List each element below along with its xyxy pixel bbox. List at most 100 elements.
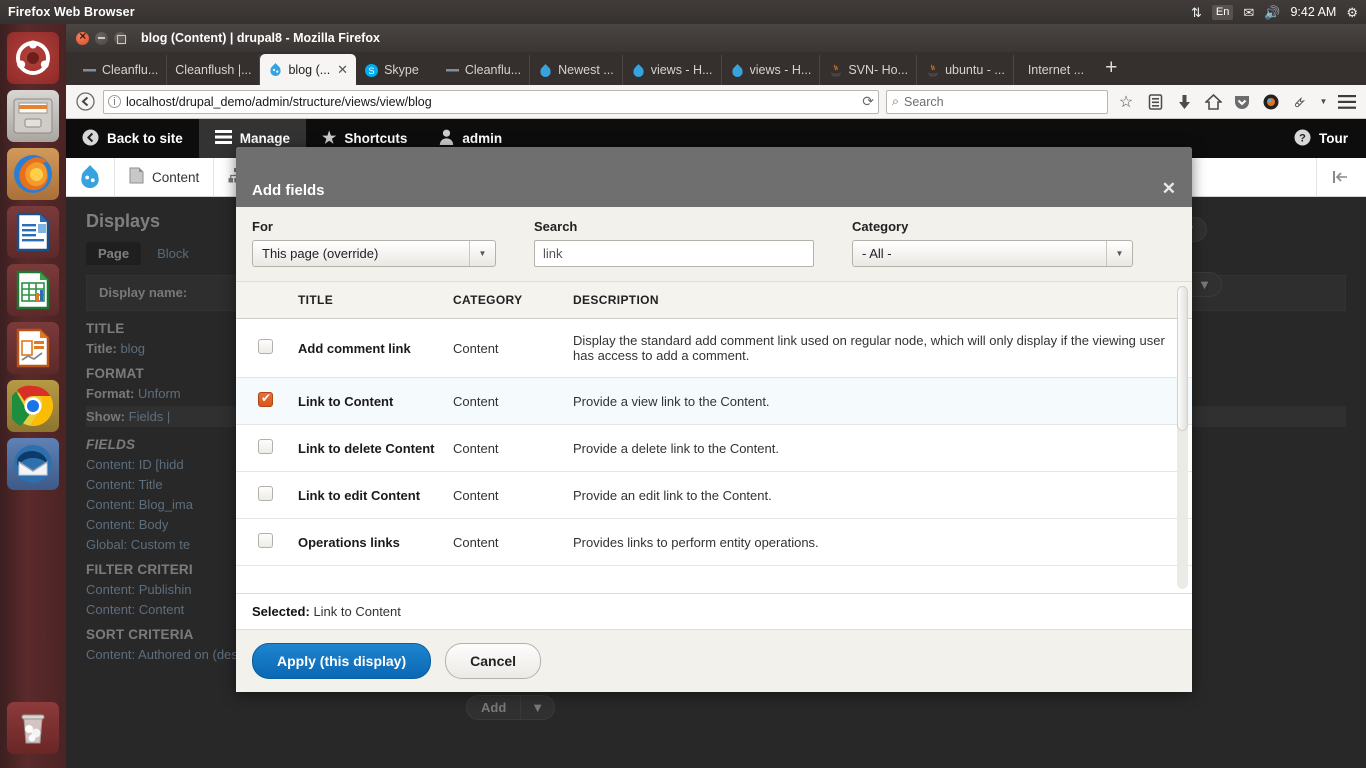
row-checkbox-cell[interactable]: [236, 424, 290, 472]
trash-icon[interactable]: [7, 702, 59, 754]
drupal-page: Back to site Manage ★ Shortcuts admin ? …: [66, 119, 1366, 768]
tab-close-icon[interactable]: ✕: [337, 62, 348, 78]
chevron-down-icon[interactable]: ▼: [469, 241, 495, 266]
table-scrollbar[interactable]: [1177, 286, 1188, 589]
firefox-account-icon[interactable]: [1260, 91, 1282, 113]
table-row[interactable]: Link to Content Content Provide a view l…: [236, 377, 1192, 425]
browser-tab-active[interactable]: blog (... ✕: [260, 54, 357, 85]
row-description: Provide a delete link to the Content.: [565, 424, 1192, 472]
browser-tab[interactable]: S Skype: [356, 55, 427, 85]
svg-text:S: S: [369, 66, 375, 76]
toolbar-back-label: Back to site: [107, 131, 183, 146]
row-category: Content: [445, 424, 565, 472]
network-updown-icon[interactable]: ⇅: [1191, 6, 1202, 19]
window-minimize-button[interactable]: [95, 31, 108, 45]
close-icon[interactable]: ✕: [1162, 179, 1176, 199]
browser-tab[interactable]: Internet ...: [1014, 55, 1092, 85]
row-checkbox[interactable]: [258, 391, 273, 407]
reload-icon[interactable]: ⟳: [862, 93, 874, 110]
category-field-group: Category - All - ▼: [852, 219, 1133, 267]
row-checkbox-cell[interactable]: [236, 518, 290, 566]
question-icon: ?: [1294, 129, 1311, 149]
mail-icon[interactable]: ✉: [1243, 6, 1254, 19]
libreoffice-impress-icon[interactable]: [7, 322, 59, 374]
site-info-icon[interactable]: i: [108, 95, 121, 108]
category-label: Category: [852, 219, 909, 234]
table-row[interactable]: Add comment link Content Display the sta…: [236, 318, 1192, 378]
browser-tab[interactable]: Cleanflu...: [437, 55, 531, 85]
window-title: blog (Content) | drupal8 - Mozilla Firef…: [141, 31, 380, 45]
browser-tab[interactable]: Newest ...: [530, 55, 623, 85]
downloads-icon[interactable]: [1173, 91, 1195, 113]
search-bar[interactable]: ⌕ Search: [886, 89, 1108, 114]
home-icon[interactable]: [1202, 91, 1224, 113]
toolbar-tour-label: Tour: [1319, 131, 1348, 146]
browser-tab[interactable]: ubuntu - ...: [917, 55, 1014, 85]
browser-tab[interactable]: Cleanflu...: [74, 55, 168, 85]
chevron-down-icon[interactable]: ▼: [1106, 241, 1132, 266]
menu-hamburger-icon[interactable]: [1336, 91, 1358, 113]
search-input[interactable]: link: [534, 240, 814, 267]
toolbar-tour[interactable]: ? Tour: [1278, 119, 1366, 158]
unity-launcher: [0, 24, 66, 768]
for-select[interactable]: This page (override) ▼: [252, 240, 496, 267]
toolbar-back-to-site[interactable]: Back to site: [66, 119, 199, 158]
row-checkbox-cell[interactable]: [236, 318, 290, 378]
person-icon: [439, 129, 454, 148]
tab-label: views - H...: [650, 63, 713, 77]
ubuntu-dash-icon[interactable]: [7, 32, 59, 84]
thunderbird-icon[interactable]: [7, 438, 59, 490]
tray-collapse-button[interactable]: [1316, 157, 1366, 197]
fields-table: TITLE CATEGORY DESCRIPTION Add comment l…: [236, 282, 1192, 566]
selected-summary: Selected: Link to Content: [236, 593, 1192, 629]
google-chrome-icon[interactable]: [7, 380, 59, 432]
libreoffice-calc-icon[interactable]: [7, 264, 59, 316]
back-icon[interactable]: [74, 91, 96, 113]
table-scrollbar-thumb[interactable]: [1177, 286, 1188, 431]
browser-tab[interactable]: SVN- Ho...: [820, 55, 918, 85]
row-checkbox-cell[interactable]: [236, 377, 290, 425]
firefox-navbar: i localhost/drupal_demo/admin/structure/…: [66, 85, 1366, 119]
row-checkbox[interactable]: [258, 339, 273, 354]
tray-item-content[interactable]: Content: [115, 157, 215, 197]
table-row[interactable]: Link to edit Content Content Provide an …: [236, 471, 1192, 519]
browser-tab[interactable]: views - H...: [623, 55, 722, 85]
browser-tab[interactable]: Cleanflush |...: [167, 55, 261, 85]
clock[interactable]: 9:42 AM: [1290, 5, 1336, 19]
browser-tab[interactable]: views - H...: [722, 55, 821, 85]
row-checkbox[interactable]: [258, 439, 273, 454]
tab-label: Internet ...: [1027, 63, 1085, 77]
files-icon[interactable]: [7, 90, 59, 142]
category-select[interactable]: - All - ▼: [852, 240, 1133, 267]
url-bar[interactable]: i localhost/drupal_demo/admin/structure/…: [103, 89, 879, 114]
apply-button[interactable]: Apply (this display): [252, 643, 432, 679]
table-row[interactable]: Operations links Content Provides links …: [236, 518, 1192, 566]
column-header-category: CATEGORY: [445, 282, 565, 319]
row-title: Operations links: [290, 518, 445, 566]
row-checkbox-cell[interactable]: [236, 471, 290, 519]
reader-icon[interactable]: [1144, 91, 1166, 113]
firefox-icon[interactable]: [7, 148, 59, 200]
row-checkbox[interactable]: [258, 486, 273, 501]
hamburger-icon: [214, 130, 232, 147]
row-checkbox[interactable]: [258, 533, 273, 548]
tab-label: SVN- Ho...: [848, 63, 909, 77]
gear-icon[interactable]: ⚙: [1346, 6, 1358, 19]
cancel-button[interactable]: Cancel: [445, 643, 542, 679]
libreoffice-writer-icon[interactable]: [7, 206, 59, 258]
window-close-button[interactable]: [76, 29, 89, 45]
bookmark-star-icon[interactable]: ☆: [1115, 91, 1137, 113]
volume-icon[interactable]: 🔊: [1264, 6, 1280, 19]
table-row[interactable]: Link to delete Content Content Provide a…: [236, 424, 1192, 472]
drupal-logo-icon[interactable]: [66, 157, 115, 197]
row-title: Add comment link: [290, 318, 445, 378]
tab-label: Skype: [384, 63, 419, 77]
pocket-icon[interactable]: [1231, 91, 1253, 113]
new-tab-button[interactable]: +: [1092, 57, 1126, 80]
addon-icon[interactable]: 🜸: [1289, 91, 1311, 113]
window-maximize-button[interactable]: [114, 31, 127, 45]
tab-label: blog (...: [288, 62, 331, 77]
chevron-down-icon[interactable]: ▼: [1318, 91, 1329, 113]
modal-titlebar: Add fields ✕: [236, 147, 1192, 207]
keyboard-layout-indicator[interactable]: En: [1211, 4, 1234, 20]
